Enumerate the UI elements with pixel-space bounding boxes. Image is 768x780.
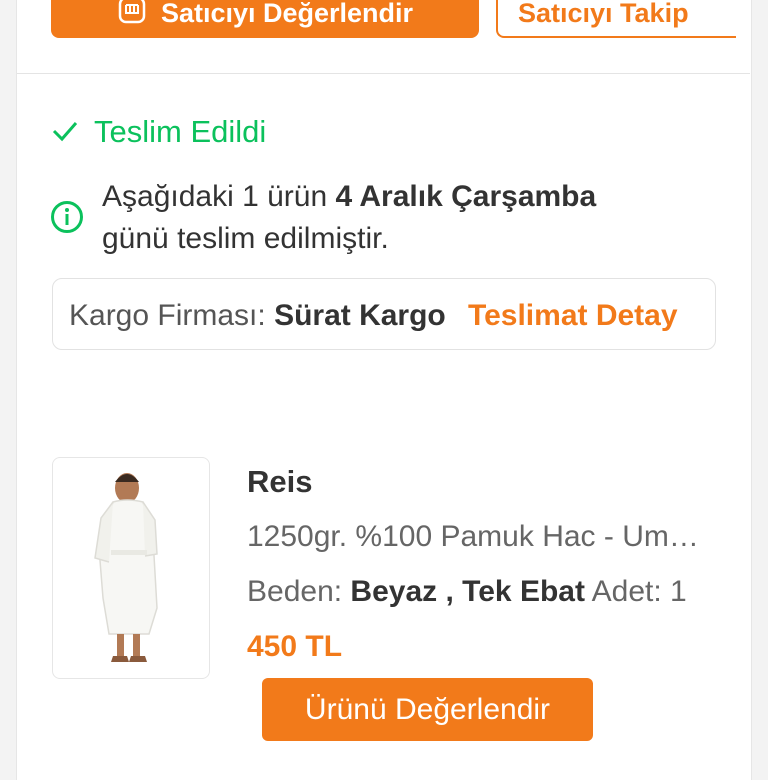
store-icon [117,0,147,32]
delivery-detail-link[interactable]: Teslimat Detay [468,299,678,333]
cargo-company: Kargo Firması: Sürat Kargo [69,299,446,332]
variant-extra: Adet: 1 [584,575,687,608]
variant-value: Beyaz , Tek Ebat [350,575,585,608]
delivery-date: 4 Aralık Çarşamba [335,180,597,213]
product-variant: Beden: Beyaz , Tek Ebat Adet: 1 [247,575,687,608]
product-name[interactable]: 1250gr. %100 Pamuk Hac - Umre İhramı [247,520,702,554]
follow-seller-button[interactable]: Satıcıyı Takip [496,0,736,38]
rate-product-button[interactable]: Ürünü Değerlendir [262,678,593,741]
product-image[interactable] [52,457,210,679]
cargo-box: Kargo Firması: Sürat Kargo Teslimat Deta… [52,278,716,350]
rate-seller-button[interactable]: Satıcıyı Değerlendir [51,0,479,38]
delivery-status-label: Teslim Edildi [94,114,267,149]
info-icon [50,200,84,260]
product-brand[interactable]: Reis [247,464,312,500]
rate-seller-label: Satıcıyı Değerlendir [160,0,414,28]
rate-product-label: Ürünü Değerlendir [304,692,551,726]
follow-seller-label: Satıcıyı Takip [518,0,689,28]
divider [17,73,750,74]
delivery-info: Aşağıdaki 1 ürün 4 Aralık Çarşamba günü t… [50,176,710,260]
product-price: 450 TL [247,630,343,663]
delivery-status: Teslim Edildi [52,114,266,150]
check-icon [52,114,78,150]
delivery-info-text: Aşağıdaki 1 ürün 4 Aralık Çarşamba günü t… [102,180,597,255]
